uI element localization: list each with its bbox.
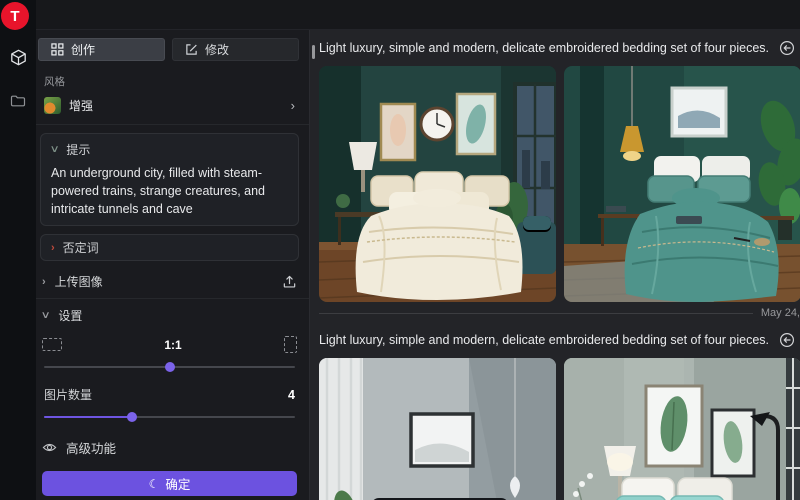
prompt-text-input[interactable]: An underground city, filled with steam-p…	[51, 164, 288, 218]
settings-title: 设置	[58, 307, 297, 324]
negative-prompt-box[interactable]: › 否定词	[40, 234, 299, 261]
results-feed: Light luxury, simple and modern, delicat…	[311, 30, 800, 500]
upload-image-row[interactable]: › 上传图像	[40, 265, 299, 298]
scrollbar-thumb[interactable]	[312, 45, 315, 59]
generation-panel: 创作 修改 风格 增强 › ∨ 提示 An underground city, …	[36, 30, 310, 500]
chevron-down-icon: ∨	[41, 310, 51, 321]
mode-tabs: 创作 修改	[38, 38, 299, 61]
result-group: Light luxury, simple and modern, delicat…	[319, 332, 800, 500]
reuse-prompt-icon[interactable]	[779, 40, 795, 56]
style-thumbnail-icon	[44, 97, 61, 114]
generated-image[interactable]	[564, 358, 800, 500]
reuse-prompt-icon[interactable]	[779, 332, 795, 348]
app-window: T 创作	[0, 0, 800, 500]
generated-image[interactable]	[319, 358, 556, 500]
slider-handle[interactable]	[127, 412, 137, 422]
divider	[36, 124, 309, 125]
upload-label: 上传图像	[55, 273, 273, 290]
prompt-box[interactable]: ∨ 提示 An underground city, filled with st…	[40, 133, 299, 226]
result-date: May 24,	[753, 307, 800, 319]
chevron-right-icon: ›	[42, 276, 46, 288]
generated-image[interactable]	[319, 66, 556, 302]
chevron-right-icon: ›	[51, 242, 55, 254]
image-count-slider[interactable]	[44, 412, 295, 422]
tab-modify-label: 修改	[205, 41, 229, 58]
upload-icon[interactable]	[282, 274, 297, 289]
image-count-row: 图片数量 4	[44, 386, 295, 403]
portrait-ratio-icon[interactable]	[284, 336, 297, 353]
date-divider-row: May 24,	[319, 307, 800, 319]
result-group: Light luxury, simple and modern, delicat…	[319, 40, 800, 319]
negative-title: 否定词	[63, 239, 99, 256]
tab-create-label: 创作	[71, 41, 95, 58]
generated-image[interactable]	[564, 66, 800, 302]
aspect-ratio-value: 1:1	[62, 338, 284, 352]
divider	[319, 313, 753, 314]
aspect-ratio-slider[interactable]	[44, 362, 295, 372]
advanced-features-label: 高级功能	[66, 438, 116, 457]
app-logo[interactable]: T	[1, 2, 29, 30]
top-bar	[36, 0, 800, 30]
style-selector[interactable]: 增强 ›	[40, 93, 299, 124]
aspect-ratio-control: 1:1	[42, 336, 297, 353]
landscape-ratio-icon[interactable]	[42, 338, 62, 351]
result-image-grid	[319, 66, 800, 302]
left-rail: T	[0, 0, 36, 500]
confirm-button-label: 确定	[165, 474, 190, 493]
eye-icon	[42, 440, 57, 455]
settings-header[interactable]: ∨ 设置	[40, 299, 299, 326]
style-value: 增强	[69, 97, 283, 114]
result-prompt-title: Light luxury, simple and modern, delicat…	[319, 333, 769, 347]
moon-icon: ☾	[149, 477, 160, 491]
result-image-grid	[319, 358, 800, 500]
cube-icon[interactable]	[9, 48, 27, 66]
style-section-label: 风格	[44, 74, 299, 89]
result-prompt-title: Light luxury, simple and modern, delicat…	[319, 41, 769, 55]
image-count-value: 4	[288, 388, 295, 402]
tab-create[interactable]: 创作	[38, 38, 165, 61]
image-count-label: 图片数量	[44, 386, 288, 403]
folder-icon[interactable]	[9, 92, 27, 110]
advanced-features-row[interactable]: 高级功能	[42, 438, 297, 457]
confirm-button[interactable]: ☾ 确定	[42, 471, 297, 496]
tab-modify[interactable]: 修改	[172, 38, 299, 61]
chevron-right-icon: ›	[291, 99, 295, 112]
slider-handle[interactable]	[165, 362, 175, 372]
chevron-down-icon: ∨	[50, 144, 60, 155]
prompt-title: 提示	[66, 141, 90, 158]
